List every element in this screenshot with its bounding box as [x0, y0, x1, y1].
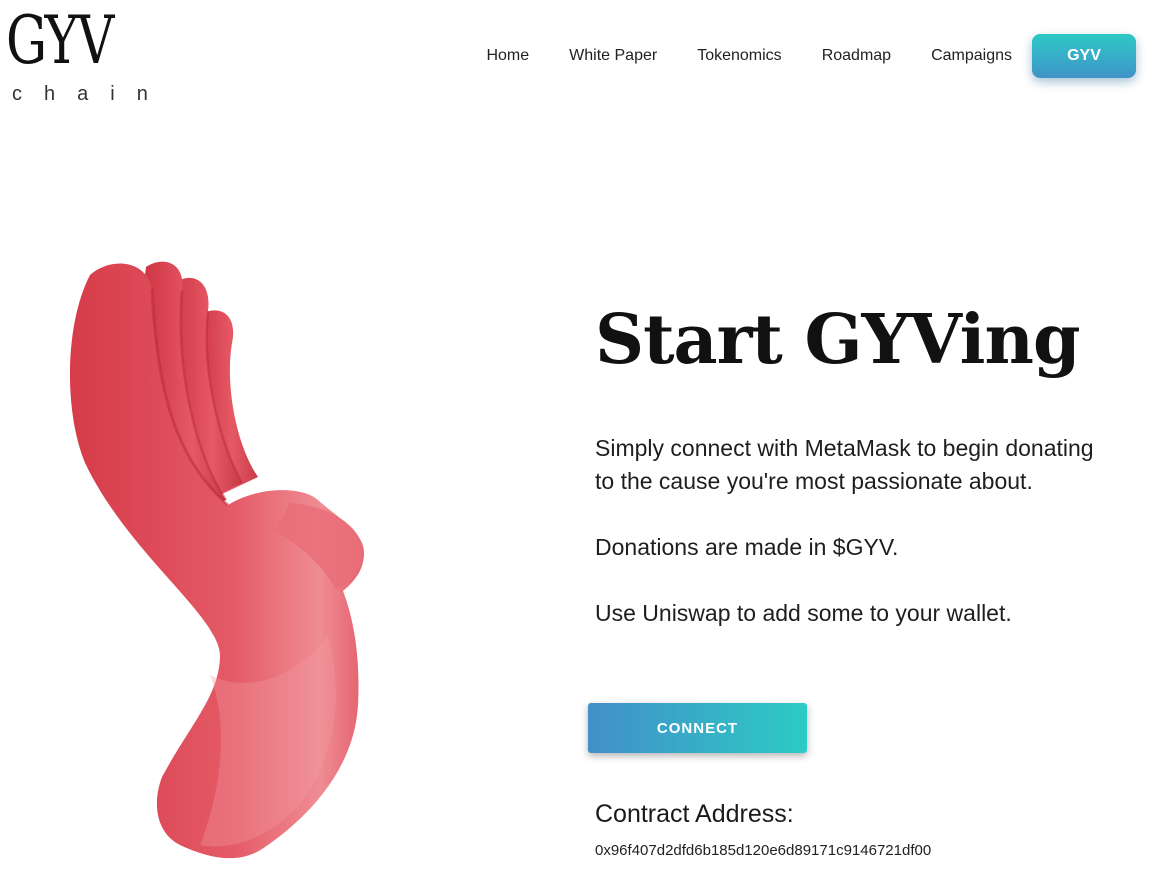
hero-paragraph-donations: Donations are made in $GYV.	[595, 534, 899, 560]
contract-address-value: 0x96f407d2dfd6b185d120e6d89171c9146721df…	[595, 842, 932, 859]
nav-item-tokenomics[interactable]: Tokenomics	[697, 47, 781, 65]
nav-item-roadmap[interactable]: Roadmap	[822, 47, 891, 65]
nav-item-home[interactable]: Home	[486, 47, 529, 65]
gyv-button[interactable]: GYV	[1032, 34, 1136, 78]
hero-title: Start GYVing	[595, 300, 1081, 380]
hero-description: Simply connect with MetaMask to begin do…	[595, 432, 1115, 630]
logo-mark: GYV	[6, 2, 114, 79]
nav-item-campaigns[interactable]: Campaigns	[931, 47, 1012, 65]
contract-address-label: Contract Address:	[595, 800, 794, 828]
brand-logo[interactable]: GYV chain	[6, 2, 148, 106]
page: GYV chain Home White Paper Tokenomics Ro…	[0, 0, 1170, 870]
hero-section: Start GYVing Simply connect with MetaMas…	[595, 300, 1115, 663]
hero-paragraph-metamask: Simply connect with MetaMask to begin do…	[595, 435, 1094, 494]
hero-paragraph-uniswap: Use Uniswap to add some to your wallet.	[595, 600, 1012, 626]
connect-button[interactable]: CONNECT	[588, 703, 807, 753]
nav-item-white-paper[interactable]: White Paper	[569, 47, 657, 65]
hand-illustration-icon	[60, 255, 380, 865]
logo-subtitle: chain	[12, 83, 170, 105]
main-nav: Home White Paper Tokenomics Roadmap Camp…	[486, 34, 1136, 78]
